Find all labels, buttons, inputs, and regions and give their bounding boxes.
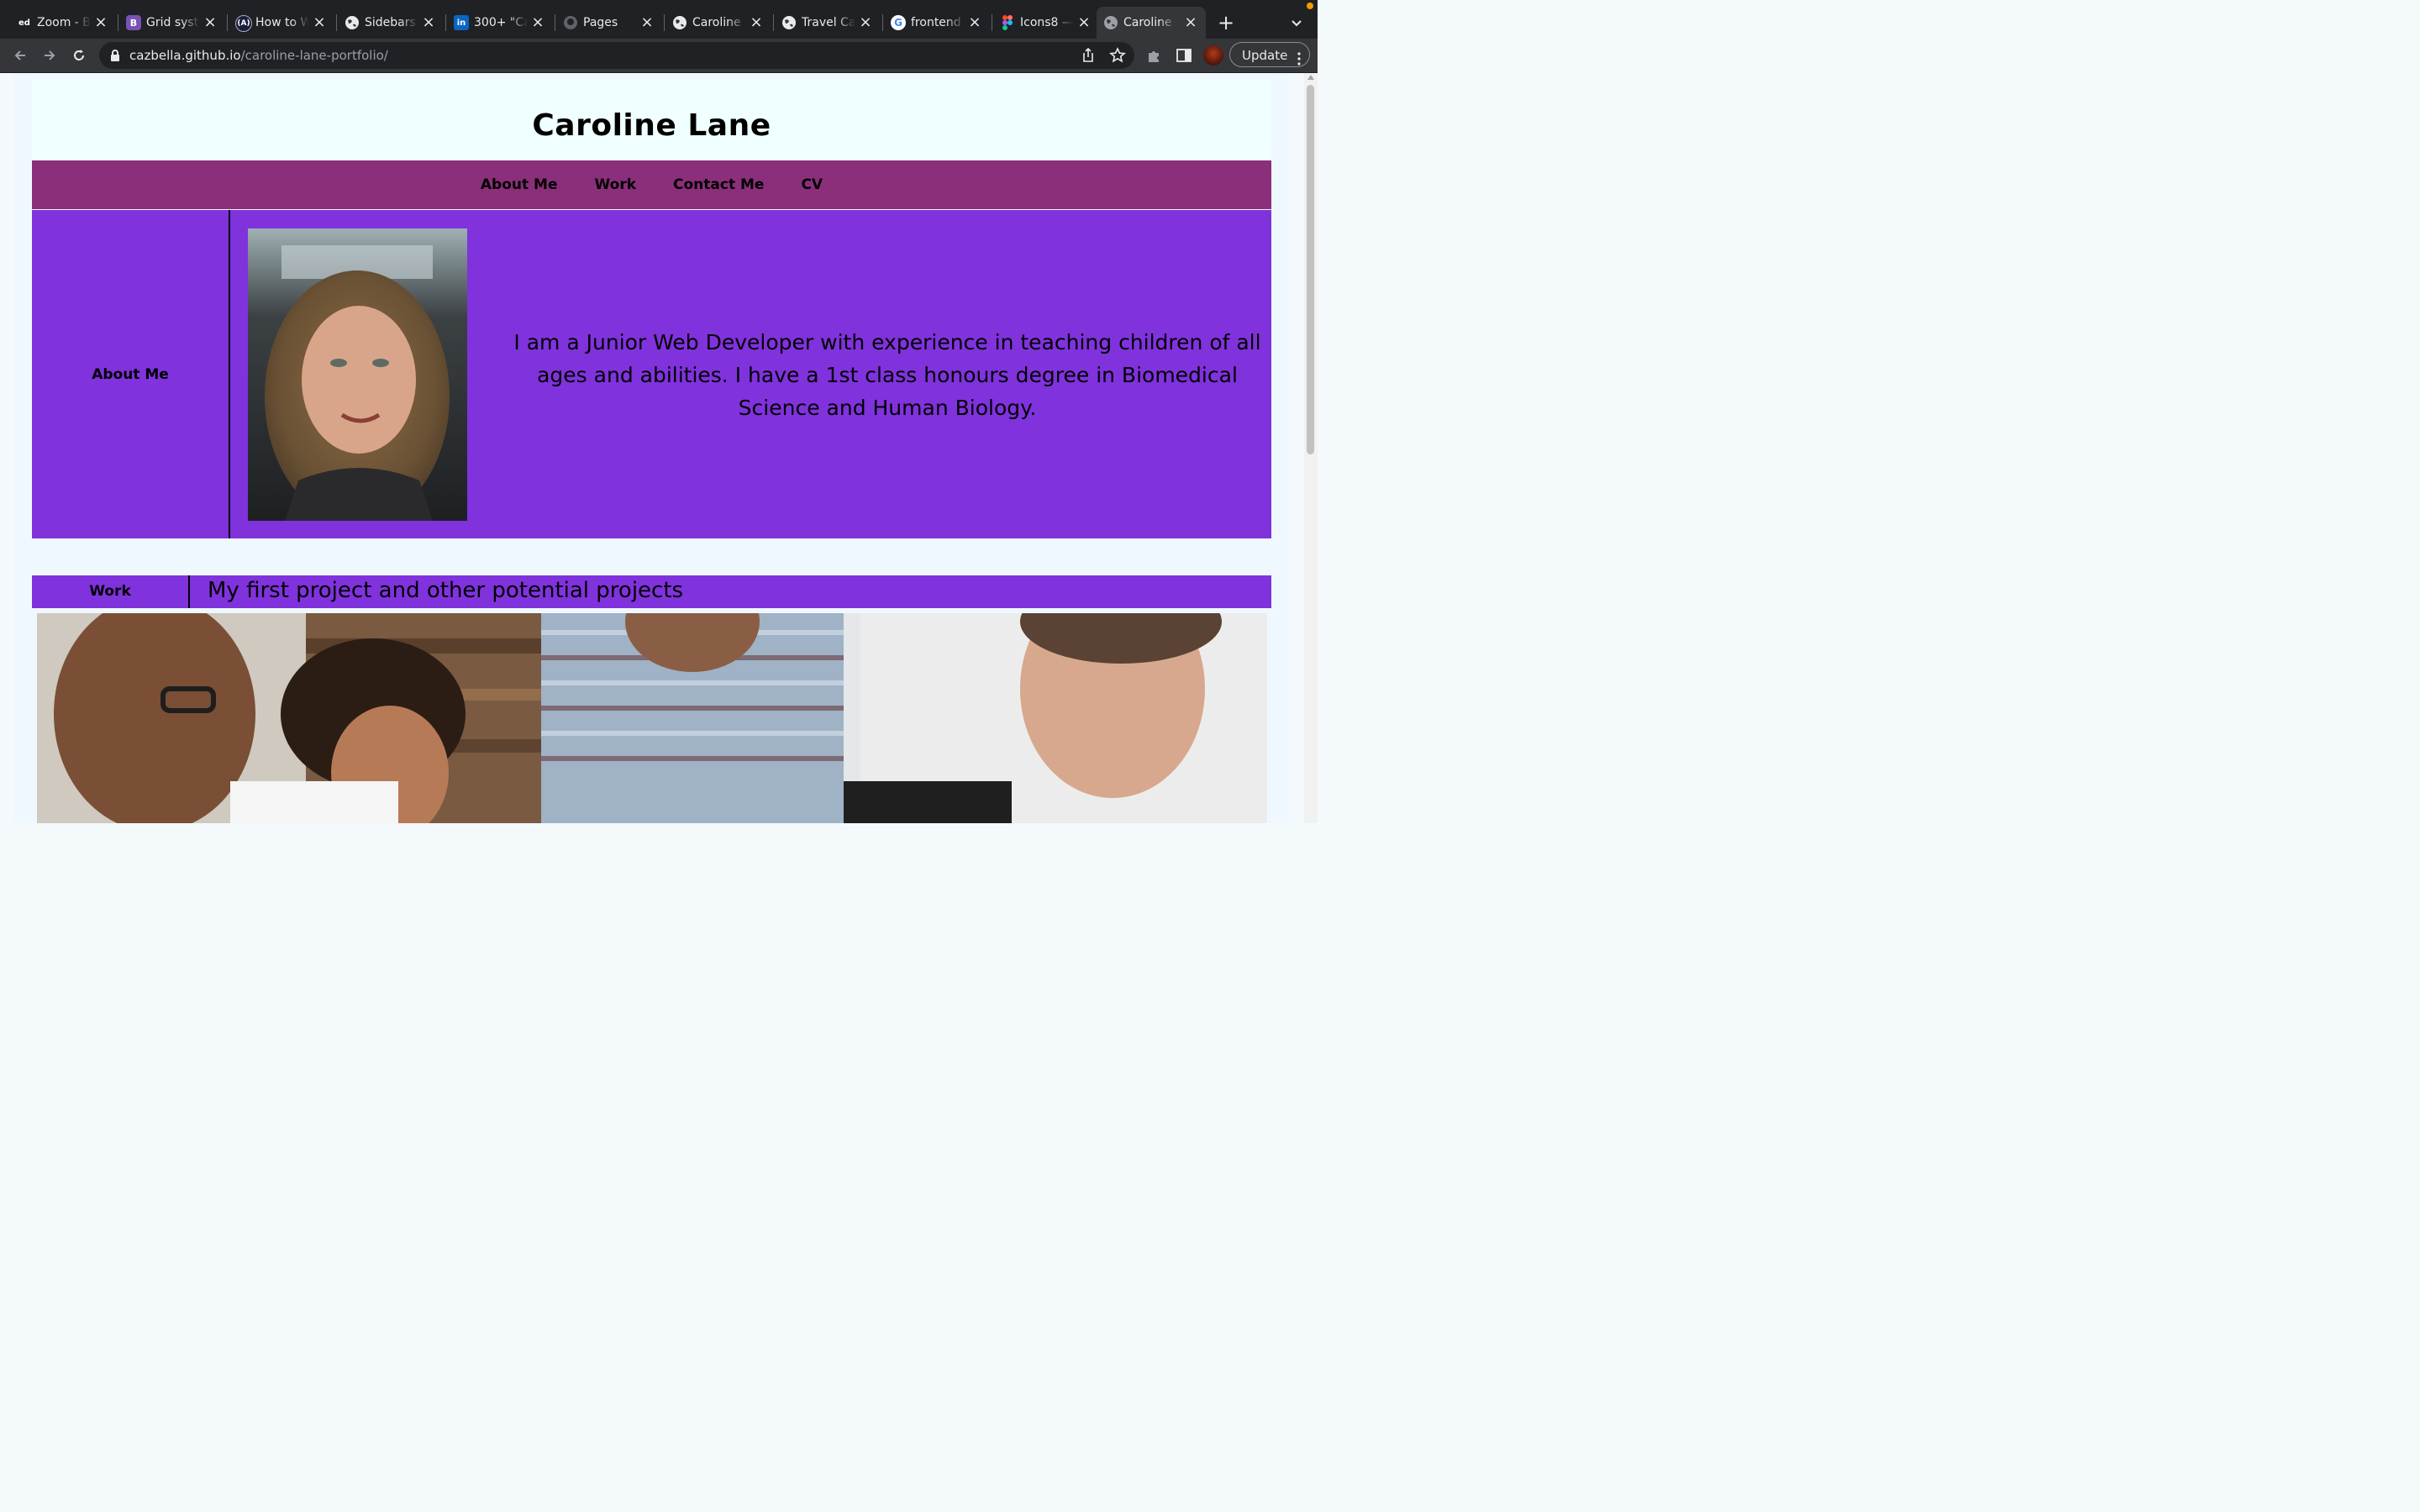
profile-photo (248, 228, 467, 522)
tab-divider (445, 14, 446, 31)
browser-tab[interactable]: Sidebars × (338, 7, 444, 39)
tab-divider (336, 14, 337, 31)
edx-icon: ed (17, 15, 32, 30)
address-bar[interactable]: cazbella.github.io/caroline-lane-portfol… (99, 42, 1134, 69)
nav-link-about-me[interactable]: About Me (481, 176, 558, 193)
github-icon (563, 15, 578, 30)
close-tab-icon[interactable]: × (966, 14, 983, 31)
close-tab-icon[interactable]: × (748, 14, 765, 31)
browser-tab[interactable]: Pages × (556, 7, 662, 39)
extensions-puzzle-icon[interactable] (1145, 46, 1164, 65)
linkedin-icon: in (454, 15, 469, 30)
nav-link-work[interactable]: Work (595, 176, 637, 193)
browser-tab[interactable]: B Grid syste × (119, 7, 225, 39)
tab-divider (227, 14, 228, 31)
notification-dot (1307, 3, 1313, 9)
browser-tab[interactable]: in 300+ "Ca × (447, 7, 553, 39)
work-sidebar: Work (32, 575, 190, 608)
profile-avatar[interactable] (1203, 45, 1223, 66)
url-path: /caroline-lane-portfolio/ (240, 48, 388, 63)
figma-icon (1000, 15, 1015, 30)
lock-icon[interactable] (109, 49, 121, 62)
share-icon[interactable] (1080, 47, 1097, 64)
browser-tab-active[interactable]: Caroline E × (1097, 7, 1206, 40)
tab-divider (664, 14, 665, 31)
about-section: About Me I am a Junior Web Developer wit… (32, 210, 1271, 538)
side-panel-icon[interactable] (1175, 46, 1193, 65)
scrollbar-thumb[interactable] (1307, 85, 1314, 454)
close-tab-icon[interactable]: × (1182, 14, 1199, 31)
close-tab-icon[interactable]: × (420, 14, 437, 31)
vertical-scrollbar[interactable] (1304, 73, 1318, 823)
browser-tab[interactable]: Icons8 — × (993, 7, 1099, 39)
scroll-up-arrow-icon[interactable] (1307, 75, 1314, 80)
browser-toolbar: cazbella.github.io/caroline-lane-portfol… (0, 39, 1318, 73)
globe-icon (672, 15, 687, 30)
work-heading: My first project and other potential pro… (208, 578, 684, 603)
url-host: cazbella.github.io (129, 48, 241, 63)
nav-link-contact-me[interactable]: Contact Me (673, 176, 764, 193)
globe-icon (1103, 15, 1118, 30)
close-tab-icon[interactable]: × (1076, 14, 1092, 31)
tab-search-chevron-icon[interactable] (1287, 13, 1306, 32)
browser-tab[interactable]: Travel Cal × (775, 7, 881, 39)
close-tab-icon[interactable]: × (202, 14, 218, 31)
work-section-label: Work (89, 583, 131, 600)
site-title: Caroline Lane (532, 108, 771, 143)
bootstrap-icon: B (126, 15, 141, 30)
close-tab-icon[interactable]: × (92, 14, 109, 31)
about-sidebar: About Me (32, 210, 230, 538)
about-section-label: About Me (92, 366, 169, 383)
site-header: Caroline Lane (32, 80, 1271, 160)
update-label: Update (1242, 48, 1288, 63)
browser-tab[interactable]: G frontend v × (884, 7, 990, 39)
update-button[interactable]: Update (1229, 42, 1310, 67)
browser-tab[interactable]: Caroline L × (666, 7, 771, 39)
work-section-header: Work My first project and other potentia… (32, 575, 1271, 608)
main-navigation: About Me Work Contact Me CV (32, 160, 1271, 209)
tab-strip: ed Zoom - B × B Grid syste × (A) How to … (0, 0, 1318, 40)
bookmark-star-icon[interactable] (1108, 47, 1127, 64)
google-icon: G (891, 15, 906, 30)
new-tab-plus-icon[interactable]: + (1215, 12, 1237, 34)
browser-tab[interactable]: ed Zoom - B × (10, 7, 116, 39)
nav-link-cv[interactable]: CV (801, 176, 823, 193)
url-text[interactable]: cazbella.github.io/caroline-lane-portfol… (129, 48, 388, 63)
close-tab-icon[interactable]: × (529, 14, 546, 31)
close-tab-icon[interactable]: × (639, 14, 655, 31)
tab-divider (882, 14, 883, 31)
globe-icon (345, 15, 360, 30)
work-project-image[interactable] (37, 571, 1267, 823)
about-bio: I am a Junior Web Developer with experie… (513, 330, 1261, 420)
browser-tab[interactable]: (A) How to W × (229, 7, 334, 39)
reload-icon[interactable] (69, 45, 89, 66)
globe-icon (781, 15, 797, 30)
close-tab-icon[interactable]: × (857, 14, 874, 31)
page-viewport: Caroline Lane About Me Work Contact Me C… (0, 73, 1304, 823)
tab-divider (773, 14, 774, 31)
logo-icon: (A) (235, 15, 252, 32)
more-menu-icon[interactable] (1297, 49, 1301, 66)
forward-arrow-icon[interactable] (39, 45, 60, 66)
close-tab-icon[interactable]: × (311, 14, 328, 31)
back-arrow-icon[interactable] (10, 45, 30, 66)
